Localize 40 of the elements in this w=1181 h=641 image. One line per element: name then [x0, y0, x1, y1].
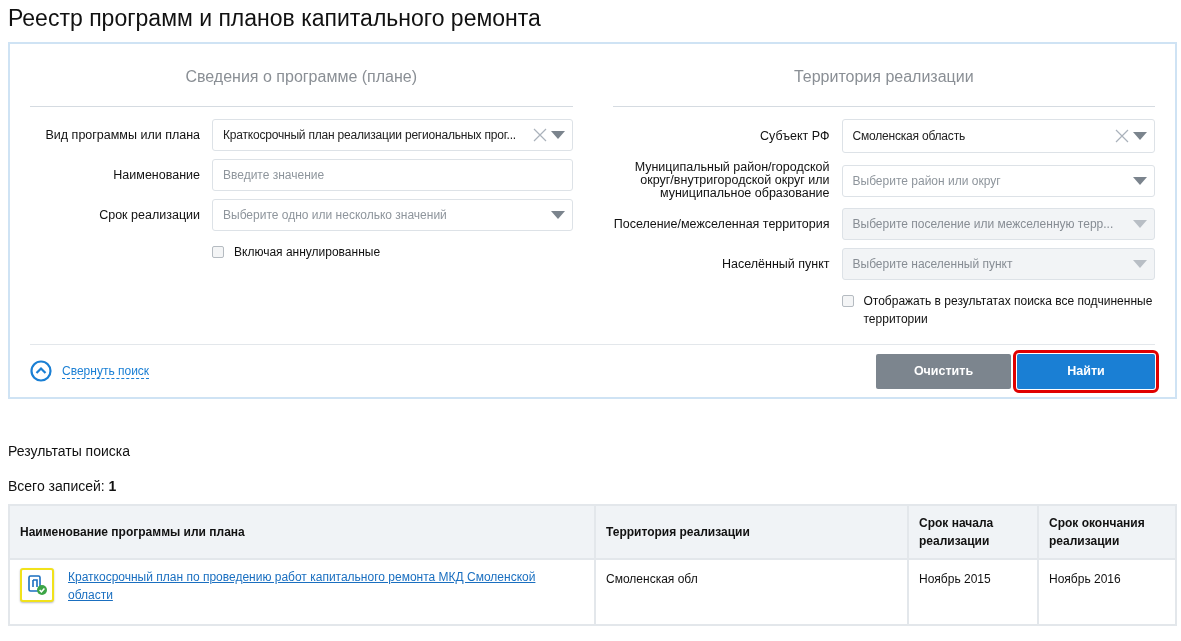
dropdown-arrow-icon [1133, 260, 1147, 268]
field-label: Вид программы или плана [44, 128, 201, 142]
column-header: Наименование программы или плана [9, 505, 595, 559]
clear-icon [1115, 129, 1129, 143]
dropdown-arrow-icon [550, 211, 565, 219]
clear-button[interactable]: Очистить [876, 353, 1011, 389]
field-label: Поселение/межселенная территория [612, 217, 831, 231]
input-field[interactable]: Введите значение [212, 159, 573, 191]
collapse-up-icon [30, 360, 52, 382]
select-field[interactable]: Краткосрочный план реализации региональных прог... [212, 119, 573, 151]
checkbox-label: Включая аннулированные [234, 244, 381, 261]
dropdown-arrow-icon [1133, 132, 1147, 140]
select-field[interactable]: Выберите район или округ [841, 164, 1155, 197]
table-cell: Ноябрь 2015 [908, 559, 1038, 625]
table-cell: Смоленская обл [595, 559, 908, 625]
select-field[interactable]: Смоленская область [841, 119, 1155, 153]
total-count: Всего записей: 1 [8, 478, 118, 494]
field-label: Населённый пункт [721, 257, 831, 271]
field-label: Субъект РФ [759, 129, 831, 143]
section-title: Сведения о программе (плане) [184, 67, 419, 87]
checkbox[interactable] [212, 246, 224, 258]
dropdown-arrow-icon [550, 131, 565, 139]
clear-icon [532, 128, 547, 142]
field-label: Муниципальный район/городской округ/внутригородской округ или муниципальное образование [633, 161, 831, 200]
collapse-search-link[interactable]: Свернуть поиск [62, 363, 150, 379]
dropdown-arrow-icon [1133, 176, 1147, 185]
page-title: Реестр программ и планов капитального ремонта [8, 4, 542, 32]
column-header: Срок окончания реализации [1038, 505, 1176, 559]
results-title: Результаты поиска [8, 443, 132, 459]
field-label: Наименование [112, 168, 201, 182]
table-cell: Ноябрь 2016 [1038, 559, 1176, 625]
document-check-icon [20, 568, 54, 602]
select-field[interactable]: Выберите одно или несколько значений [212, 199, 573, 231]
field-label: Срок реализации [98, 208, 201, 222]
column-header: Территория реализации [595, 505, 908, 559]
dropdown-arrow-icon [1133, 220, 1147, 228]
section-title: Территория реализации [792, 67, 975, 87]
checkbox[interactable] [841, 295, 854, 307]
checkbox-label: Отображать в результатах поиска все подчиненные территории [863, 293, 1154, 328]
column-header: Срок начала реализации [908, 505, 1038, 559]
